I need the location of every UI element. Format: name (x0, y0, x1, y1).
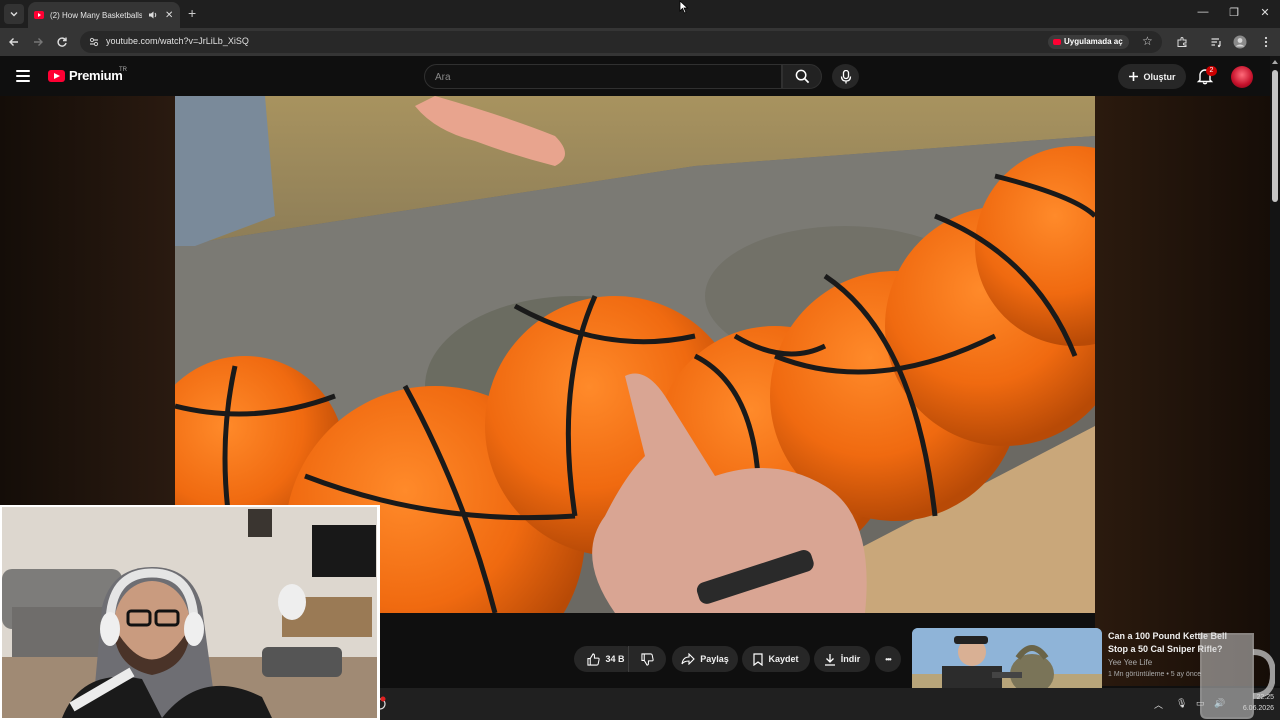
recommendation-thumbnail[interactable] (912, 628, 1102, 694)
address-bar[interactable]: youtube.com/watch?v=JrLiLb_XiSQ Uygulama… (80, 31, 1162, 53)
download-label: İndir (840, 654, 861, 664)
scrollbar-thumb[interactable] (1272, 70, 1278, 202)
voice-search-button[interactable] (832, 64, 859, 89)
window-close-button[interactable]: ✕ (1258, 6, 1272, 19)
notification-badge: 2 (1206, 66, 1217, 76)
tray-chevron-icon[interactable]: ︿ (1154, 698, 1163, 711)
youtube-premium-logo[interactable]: Premium (48, 68, 123, 83)
speaker-icon[interactable] (148, 10, 158, 20)
webcam-feed-image (2, 507, 377, 718)
media-controls-icon[interactable] (1208, 34, 1224, 50)
microphone-tray-icon[interactable]: 🎙 (1176, 698, 1187, 709)
back-arrow-icon[interactable] (6, 34, 22, 50)
dislike-button[interactable] (628, 646, 666, 672)
youtube-favicon-icon (34, 11, 44, 19)
open-in-app-button[interactable]: Uygulamada aç (1048, 35, 1129, 49)
webcam-overlay (0, 505, 380, 720)
windows-taskbar: ︿ 🎙 ▭ 🔊 (376, 688, 1280, 720)
country-code: TR (119, 67, 127, 73)
mouse-cursor-icon (679, 0, 689, 14)
minimize-button[interactable]: — (1196, 6, 1210, 18)
url-text: youtube.com/watch?v=JrLiLb_XiSQ (106, 36, 249, 46)
thumbnail-image (912, 628, 1102, 694)
scroll-up-arrow-icon[interactable] (1272, 60, 1278, 64)
search-button[interactable] (782, 64, 822, 89)
new-tab-button[interactable]: + (188, 6, 196, 20)
site-settings-icon[interactable] (88, 36, 100, 48)
ambient-glow-right (1095, 96, 1270, 686)
browser-toolbar: youtube.com/watch?v=JrLiLb_XiSQ Uygulama… (0, 28, 1280, 56)
youtube-logo-icon (48, 69, 65, 82)
download-button[interactable]: İndir (814, 646, 870, 672)
thumbs-up-icon (587, 652, 601, 666)
search-icon (795, 69, 809, 84)
more-actions-button[interactable]: ••• (875, 646, 901, 672)
share-icon (681, 653, 696, 665)
thumbs-down-icon (641, 652, 654, 666)
bookmark-star-icon[interactable]: ☆ (1142, 34, 1153, 48)
recommendation-channel[interactable]: Yee Yee Life (1108, 658, 1152, 667)
logo-text: Premium (69, 68, 123, 83)
mug-overlay-image (1200, 633, 1275, 719)
save-label: Kaydet (768, 654, 799, 664)
microphone-icon (840, 69, 851, 83)
chevron-down-icon (10, 12, 18, 17)
profile-avatar-icon[interactable] (1232, 34, 1248, 50)
browser-menu-icon[interactable] (1258, 34, 1274, 50)
share-label: Paylaş (700, 654, 729, 664)
plus-icon (1129, 72, 1139, 81)
search-input[interactable] (435, 69, 765, 85)
share-button[interactable]: Paylaş (672, 646, 738, 672)
recommendation-meta: 1 Mn görüntüleme • 5 ay önce (1108, 671, 1202, 678)
active-tab[interactable]: (2) How Many Basketballs Does It Take to… (28, 2, 180, 28)
account-avatar[interactable] (1231, 66, 1253, 88)
bookmark-icon (753, 652, 764, 666)
browser-tab-strip: (2) How Many Basketballs Does It Take to… (0, 0, 1280, 28)
youtube-masthead: Premium TR Oluştur 2 (0, 56, 1280, 96)
restore-button[interactable]: ❐ (1227, 6, 1241, 19)
like-count: 34 B (605, 654, 625, 664)
reload-icon[interactable] (54, 34, 70, 50)
extensions-icon[interactable] (1174, 34, 1190, 50)
create-label: Oluştur (1143, 71, 1176, 82)
save-button[interactable]: Kaydet (742, 646, 810, 672)
tab-title: (2) How Many Basketballs Does It Take to… (50, 10, 143, 20)
tab-close-icon[interactable]: ✕ (164, 10, 174, 21)
create-button[interactable]: Oluştur (1118, 64, 1186, 89)
more-dots-icon: ••• (885, 654, 891, 664)
search-box (424, 64, 782, 89)
download-icon (824, 653, 835, 666)
tab-search-button[interactable] (4, 4, 24, 24)
menu-icon[interactable] (16, 70, 30, 82)
forward-arrow-icon[interactable] (30, 34, 46, 50)
